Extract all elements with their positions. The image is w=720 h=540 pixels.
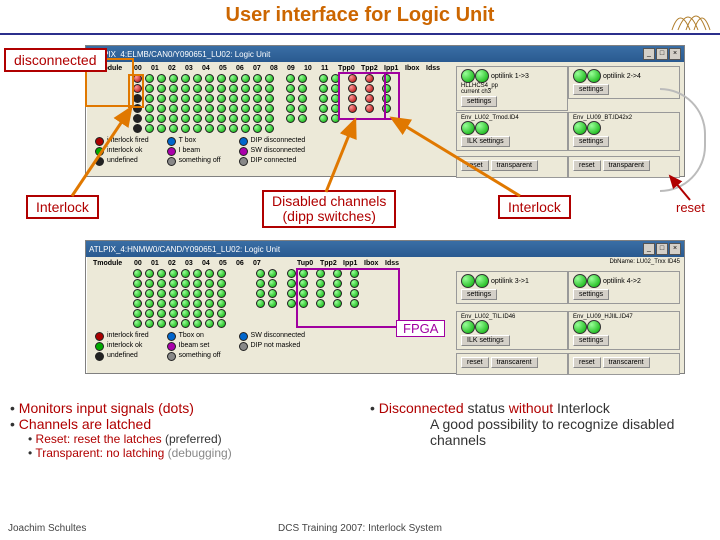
settings-button-2[interactable]: settings — [573, 84, 609, 95]
callout-interlock-left: Interlock — [26, 195, 99, 219]
interlock-highlight-right — [384, 72, 400, 120]
window-titlebar-2: ATLPIX_4:HNMW0/CAND/Y090651_LU02: Logic … — [86, 241, 684, 257]
window-titlebar: ATLPIX_4:ELMB/CAN0/Y090651_LU02: Logic U… — [86, 46, 684, 62]
transparent-button-p2[interactable]: transcarent — [491, 357, 538, 368]
bullets-right: • Disconnected status without Interlock … — [370, 400, 710, 448]
window-controls-2[interactable]: _□× — [642, 243, 681, 255]
ilk-settings-button-p2[interactable]: ILK settings — [461, 335, 510, 346]
atlas-logo-icon — [668, 2, 714, 34]
callout-disabled: Disabled channels(dipp switches) — [262, 190, 396, 228]
reset-arc-icon — [660, 88, 706, 192]
settings-button-p2[interactable]: settings — [461, 289, 497, 300]
callout-interlock-right: Interlock — [498, 195, 571, 219]
disabled-highlight — [338, 72, 386, 120]
reset-button-2[interactable]: reset — [573, 160, 601, 171]
callout-disconnected: disconnected — [4, 48, 107, 72]
settings-button-3[interactable]: settings — [573, 136, 609, 147]
ilk-settings-button[interactable]: ILK settings — [461, 136, 510, 147]
settings-button-p2b[interactable]: settings — [573, 289, 609, 300]
footer-title: DCS Training 2007: Interlock System — [0, 523, 720, 534]
interlock-highlight-left — [128, 74, 144, 108]
reset-label: reset — [676, 200, 705, 215]
slide-title: User interface for Logic Unit — [0, 4, 720, 27]
fpga-highlight — [296, 268, 400, 328]
transparent-button[interactable]: transparent — [491, 160, 538, 171]
transparent-button-2[interactable]: transparent — [603, 160, 650, 171]
reset-button-p2b[interactable]: reset — [573, 357, 601, 368]
window-title-2: ATLPIX_4:HNMW0/CAND/Y090651_LU02: Logic … — [89, 245, 280, 254]
window-controls[interactable]: _□× — [642, 48, 681, 60]
reset-button-p2[interactable]: reset — [461, 357, 489, 368]
bullets-left: • Monitors input signals (dots) • Channe… — [10, 400, 340, 460]
callout-fpga: FPGA — [396, 320, 445, 337]
reset-button[interactable]: reset — [461, 160, 489, 171]
settings-button-p2c[interactable]: settings — [573, 335, 609, 346]
settings-button[interactable]: settings — [461, 96, 497, 107]
transparent-button-p2b[interactable]: transcarent — [603, 357, 650, 368]
